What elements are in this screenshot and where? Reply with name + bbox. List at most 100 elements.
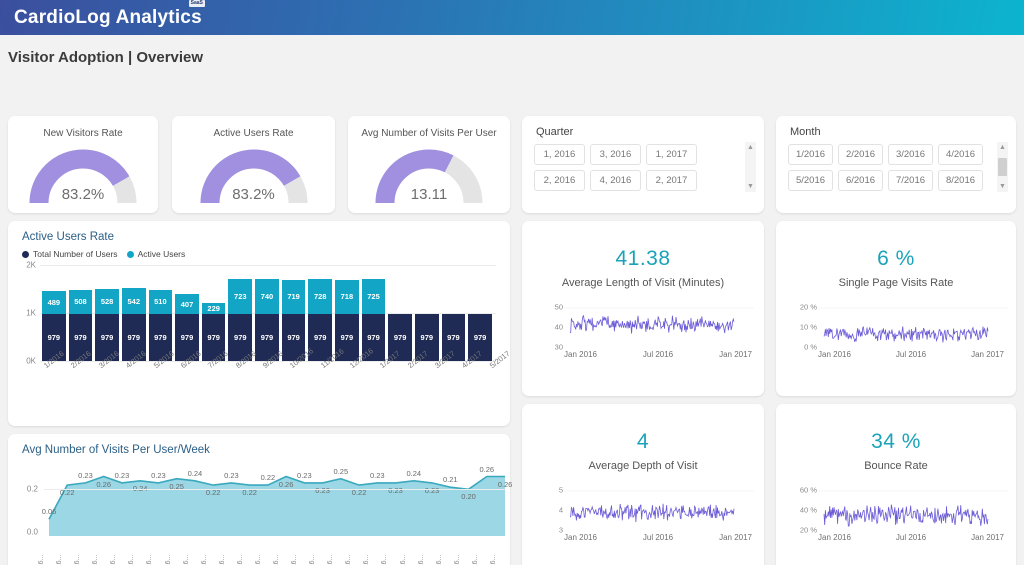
bar-column[interactable]: 979 <box>441 265 466 361</box>
gauge-value: 83.2% <box>232 186 275 203</box>
bar-column[interactable]: 740 979 <box>255 265 279 361</box>
slicer-option[interactable]: 1, 2017 <box>646 144 697 165</box>
kpi-value: 41.38 <box>615 247 671 270</box>
slicer-card-quarter: Quarter 1, 2016 3, 2016 1, 2017 2, 2016 … <box>522 116 764 213</box>
gauge-card-avg-visits-per-user: Avg Number of Visits Per User 13.11 <box>348 116 510 213</box>
slicer-option[interactable]: 2, 2016 <box>534 170 585 191</box>
sparkline-y-tick: 50 <box>554 302 563 312</box>
slicer-option[interactable]: 4, 2016 <box>590 170 641 191</box>
sparkline-x-tick: Jan 2016 <box>818 533 851 542</box>
bar-chart-y-axis: 0K 1K 2K <box>16 261 38 366</box>
area-chart-data-label: 0.21 <box>442 475 458 485</box>
sparkline-average-length-of-visit: 50 40 30 Jan 2016 Jul 2016 Jan 2017 <box>534 303 754 359</box>
area-chart-x-tick: 2016... <box>454 536 472 565</box>
bar-segment-active-users: 728 <box>308 279 333 315</box>
slicer-option[interactable]: 1/2016 <box>788 144 833 165</box>
sparkline-svg <box>818 307 1008 343</box>
chart-title: Active Users Rate <box>22 231 115 243</box>
bar-column[interactable]: 508 979 <box>68 265 93 361</box>
sparkline-y-tick: 30 <box>554 342 563 352</box>
slicer-scrollbar-month[interactable]: ▲ ▼ <box>997 142 1008 192</box>
slicer-scrollbar-quarter[interactable]: ▲ ▼ <box>745 142 756 192</box>
sparkline-y-tick: 20 % <box>799 525 817 535</box>
scroll-up-icon[interactable]: ▲ <box>747 142 754 153</box>
bar-column[interactable]: 528 979 <box>95 265 119 361</box>
page-title: Visitor Adoption | Overview <box>8 49 204 66</box>
scrollbar-thumb[interactable] <box>998 158 1007 176</box>
gauge-value: 13.11 <box>410 186 448 203</box>
area-chart-data-label: 0.26 <box>96 479 112 489</box>
bar-chart-y-tick: 1K <box>26 308 36 318</box>
area-chart-x-tick: 2016... <box>255 536 273 565</box>
area-chart-x-tick: 2016... <box>146 536 164 565</box>
scroll-up-icon[interactable]: ▲ <box>999 142 1006 153</box>
sparkline-svg <box>564 490 754 523</box>
area-chart-y-tick: 0.0 <box>26 527 38 537</box>
kpi-label: Single Page Visits Rate <box>838 277 954 289</box>
area-chart-x-axis: 2016...2016...2016...2016...2016...2016.… <box>38 536 508 565</box>
legend-item-active-users[interactable]: Active Users <box>126 249 185 259</box>
bar-segment-active-users: 508 <box>68 289 93 315</box>
kpi-value: 34 % <box>871 430 921 453</box>
sparkline-y-tick: 60 % <box>799 485 817 495</box>
slicer-option[interactable]: 6/2016 <box>838 170 883 191</box>
sparkline-svg <box>818 490 1008 527</box>
slicer-option[interactable]: 4/2016 <box>938 144 983 165</box>
bar-segment-active-users: 740 <box>255 278 279 315</box>
slicer-option[interactable]: 8/2016 <box>938 170 983 191</box>
bar-column[interactable]: 510 979 <box>148 265 173 361</box>
sparkline-y-tick: 40 % <box>799 505 817 515</box>
area-chart-x-tick: 2016... <box>128 536 146 565</box>
sparkline-x-axis: Jan 2016 Jul 2016 Jan 2017 <box>818 533 1004 542</box>
bar-column[interactable]: 542 979 <box>121 265 146 361</box>
bar-chart-plot: 0K 1K 2K 489 979 508 979 528 979 542 979 510 979 407… <box>16 261 496 366</box>
sparkline-path <box>569 503 735 523</box>
slicer-body-month: 1/2016 2/2016 3/2016 4/2016 5/2016 6/201… <box>776 138 1016 194</box>
bar-column[interactable]: 979 <box>468 265 492 361</box>
sparkline-y-tick: 3 <box>558 525 563 535</box>
chart-legend: Total Number of Users Active Users <box>8 243 510 259</box>
bar-column[interactable]: 719 979 <box>281 265 306 361</box>
sparkline-y-axis: 5 4 3 <box>534 486 564 535</box>
kpi-value: 6 % <box>877 247 915 270</box>
slicer-option[interactable]: 2/2016 <box>838 144 883 165</box>
bar-column[interactable]: 407 979 <box>175 265 199 361</box>
area-chart-data-label: 0.06 <box>41 507 57 517</box>
bar-segment-active-users: 542 <box>121 288 146 315</box>
scroll-down-icon[interactable]: ▼ <box>999 181 1006 192</box>
area-chart-x-tick: 2016... <box>201 536 219 565</box>
sparkline-single-page-visits-rate: 20 % 10 % 0 % Jan 2016 Jul 2016 Jan 2017 <box>788 303 1008 359</box>
bar-column[interactable]: 728 979 <box>308 265 333 361</box>
slicer-option[interactable]: 2, 2017 <box>646 170 697 191</box>
scroll-down-icon[interactable]: ▼ <box>747 181 754 192</box>
kpi-label: Average Length of Visit (Minutes) <box>561 277 725 289</box>
area-chart-x-tick: 2016... <box>165 536 183 565</box>
area-chart-data-label: 0.23 <box>370 470 385 480</box>
bar-column[interactable]: 979 <box>414 265 439 361</box>
slicer-option[interactable]: 3, 2016 <box>590 144 641 165</box>
area-chart-data-label: 0.26 <box>278 479 294 489</box>
slicer-option[interactable]: 3/2016 <box>888 144 933 165</box>
bar-column[interactable]: 489 979 <box>42 265 66 361</box>
area-chart-data-label: 0.23 <box>297 470 312 480</box>
sparkline-x-tick: Jan 2017 <box>971 533 1004 542</box>
kpi-value: 4 <box>636 430 650 453</box>
app-logo: CardioLog Analytics SaaS <box>14 0 205 29</box>
sparkline-y-axis: 20 % 10 % 0 % <box>788 303 818 352</box>
bar-column[interactable]: 979 <box>388 265 412 361</box>
gauge-card-active-users-rate: Active Users Rate 83.2% <box>172 116 335 213</box>
bar-segment-active-users: 723 <box>228 279 253 315</box>
sparkline-x-tick: Jul 2016 <box>895 350 927 359</box>
bar-column[interactable]: 723 979 <box>228 265 253 361</box>
bar-segment-active-users: 489 <box>42 290 66 315</box>
legend-item-total-users[interactable]: Total Number of Users <box>22 249 118 259</box>
bar-column[interactable]: 725 979 <box>361 265 386 361</box>
slicer-option[interactable]: 5/2016 <box>788 170 833 191</box>
chart-card-active-users-rate: Active Users Rate Total Number of Users … <box>8 221 511 426</box>
area-chart-data-label: 0.23 <box>224 470 239 480</box>
bar-column[interactable]: 229 979 <box>201 265 226 361</box>
slicer-option[interactable]: 1, 2016 <box>534 144 585 165</box>
bar-segment-active-users: 725 <box>361 279 386 315</box>
slicer-option[interactable]: 7/2016 <box>888 170 933 191</box>
gauge-title: New Visitors Rate <box>43 128 123 139</box>
